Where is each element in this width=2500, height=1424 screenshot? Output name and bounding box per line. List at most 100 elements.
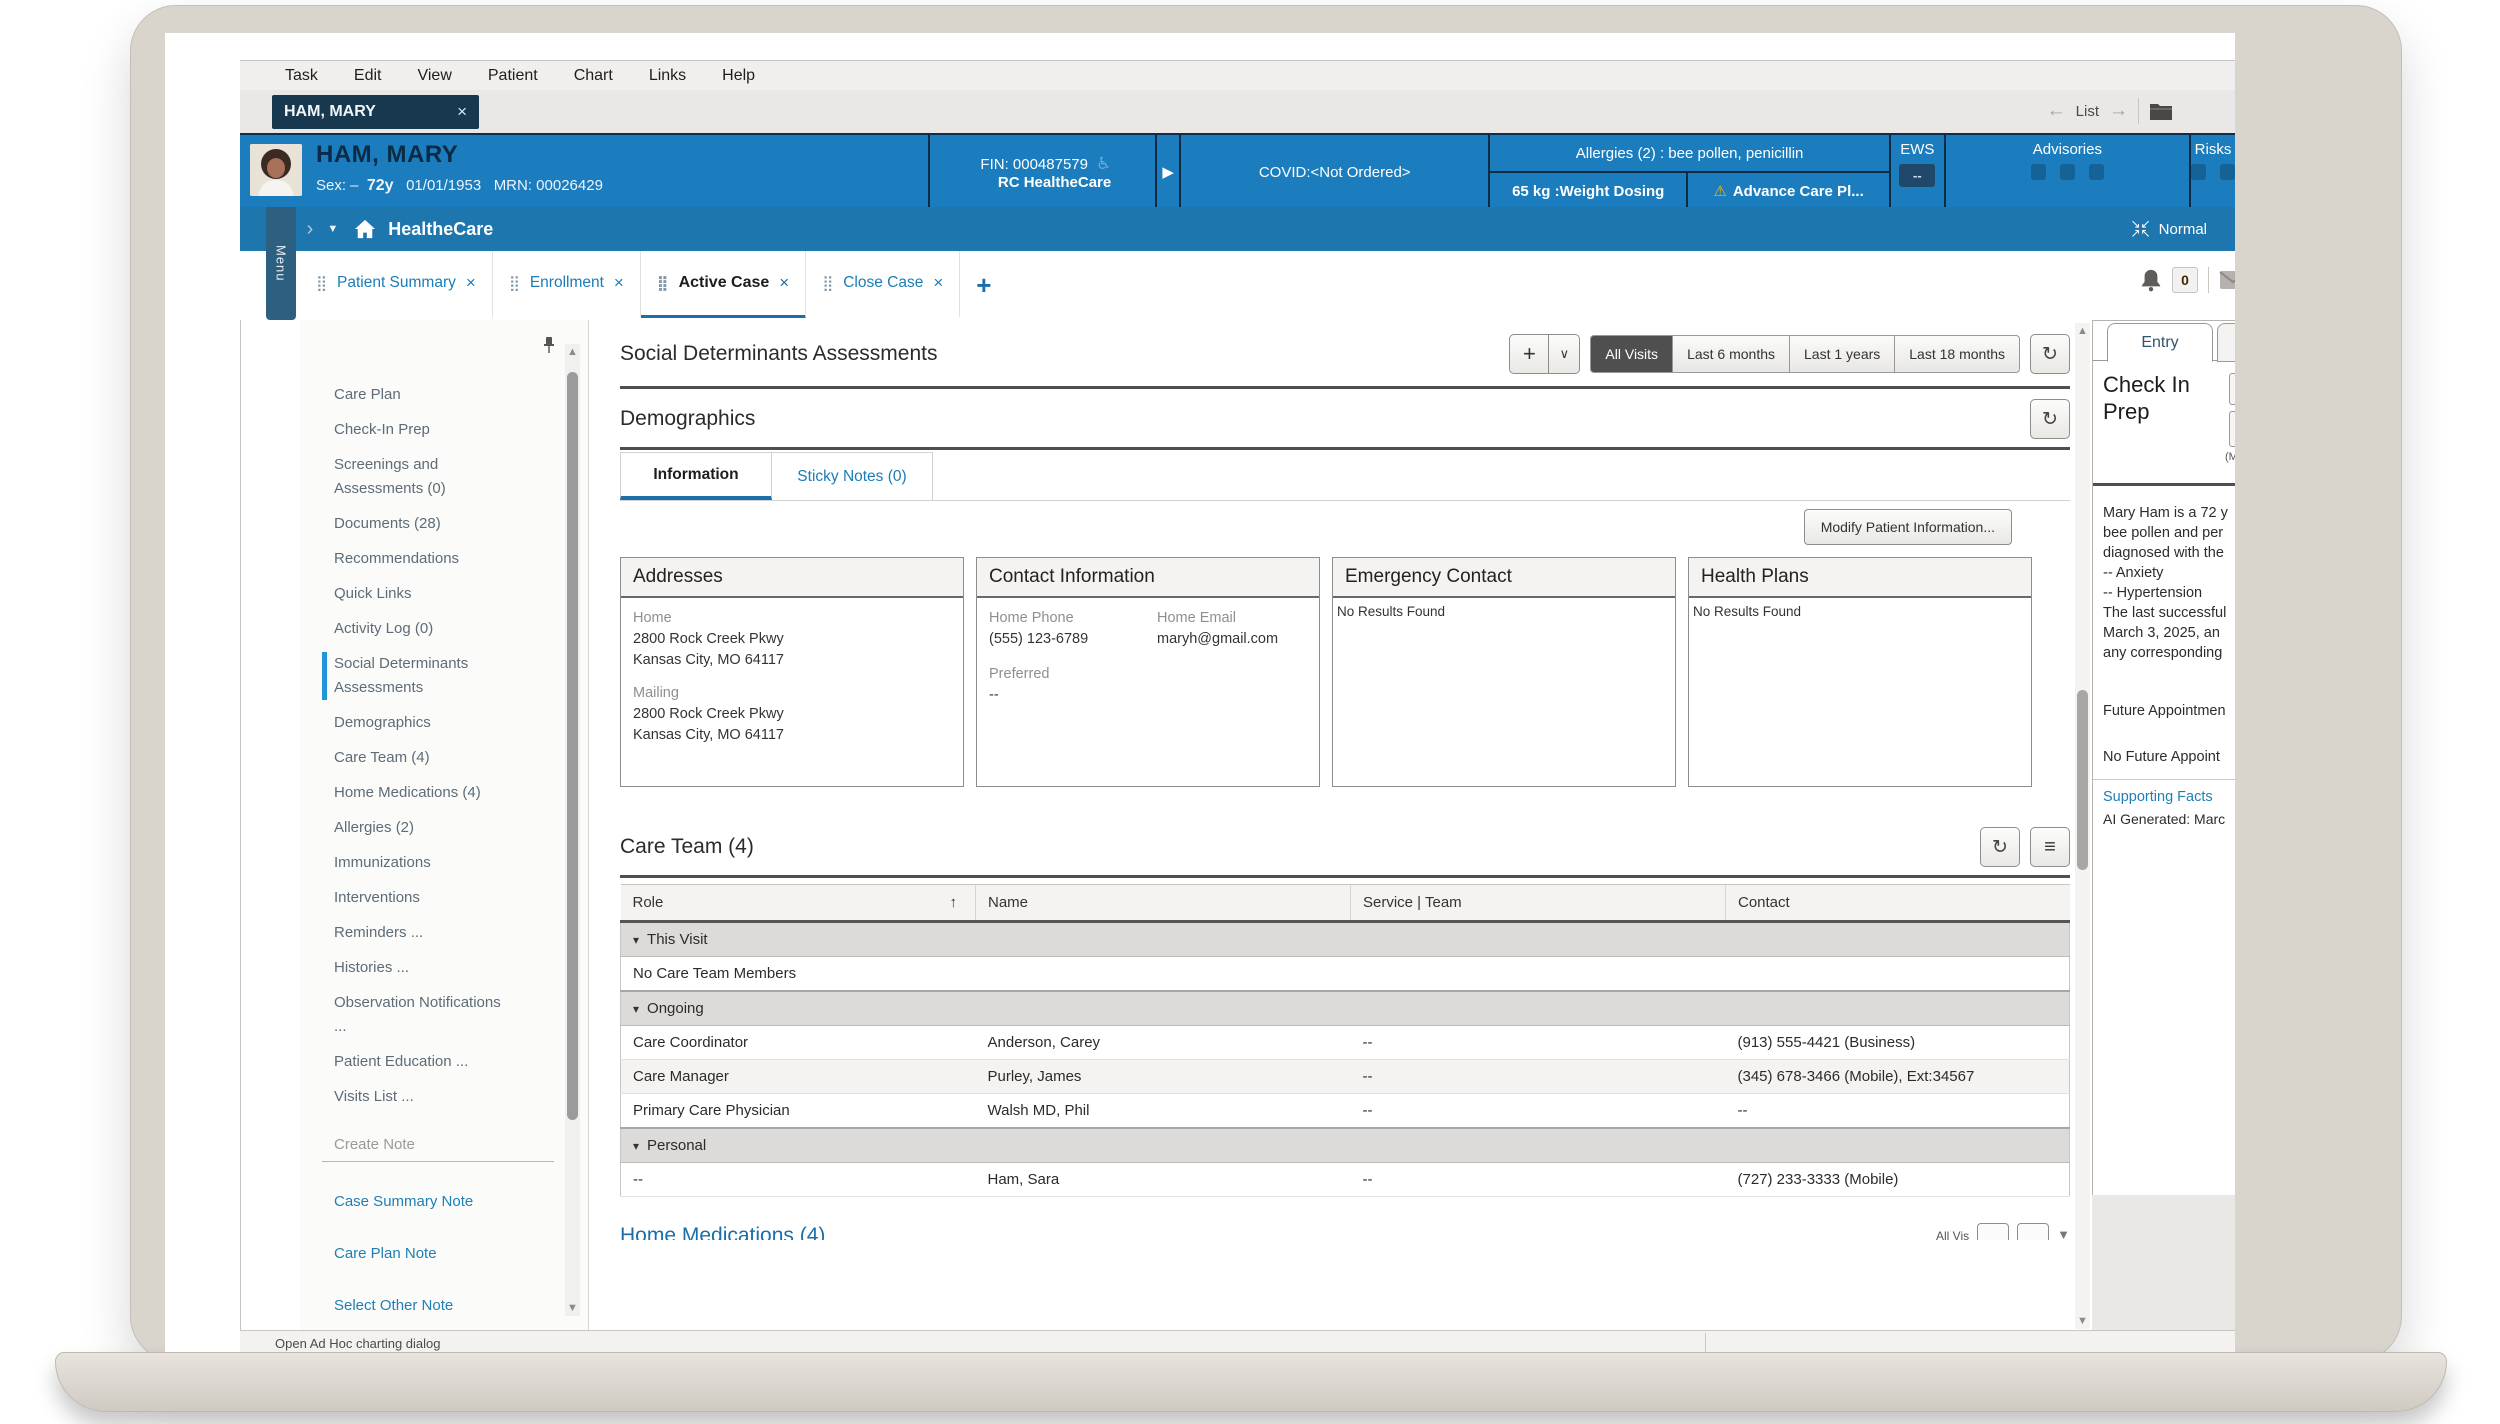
filter-last-1-years[interactable]: Last 1 years (1790, 335, 1895, 373)
scroll-up-icon[interactable]: ▲ (565, 346, 580, 358)
sidebar-item-activity-log[interactable]: Activity Log (0) (322, 617, 507, 641)
scroll-up-icon[interactable]: ▲ (2075, 325, 2090, 337)
menu-help[interactable]: Help (722, 67, 755, 85)
scrollbar-thumb[interactable] (2077, 690, 2088, 870)
home-icon[interactable] (354, 219, 376, 239)
supporting-facts-link[interactable]: Supporting Facts (2103, 789, 2213, 805)
clipped-button[interactable] (2229, 411, 2235, 447)
sidebar-item-immunizations[interactable]: Immunizations (322, 851, 507, 875)
notification-count-badge[interactable]: 0 (2172, 267, 2198, 293)
banner-expand-button[interactable]: ▶ (1157, 135, 1181, 209)
bell-icon[interactable] (2140, 268, 2162, 292)
view-mode[interactable]: ↘↙↗↖ Normal (2131, 207, 2207, 251)
provider-link[interactable]: Walsh MD, Phil (976, 1094, 1351, 1129)
sidebar-item-allergies[interactable]: Allergies (2) (322, 816, 507, 840)
menu-view[interactable]: View (417, 67, 451, 85)
group-row-personal[interactable]: ▾Personal (621, 1128, 2070, 1163)
modify-patient-information-button[interactable]: Modify Patient Information... (1804, 509, 2012, 545)
table-row[interactable]: Care Manager Purley, James -- (345) 678-… (621, 1060, 2070, 1094)
forward-button[interactable]: › (307, 218, 314, 241)
sidebar-item-care-team[interactable]: Care Team (4) (322, 746, 507, 770)
dropdown-icon[interactable]: ▼ (2057, 1227, 2070, 1240)
advance-care-plan[interactable]: ⚠ Advance Care Pl... (1688, 173, 1889, 209)
folder-icon[interactable] (2149, 101, 2173, 121)
sidebar-item-recommendations[interactable]: Recommendations (322, 547, 507, 571)
select-other-note-link[interactable]: Select Other Note (322, 1294, 507, 1318)
tab-information[interactable]: Information (620, 452, 772, 500)
close-icon[interactable]: × (614, 273, 624, 293)
tab-entry[interactable]: Entry (2107, 323, 2213, 362)
menu-task[interactable]: Task (285, 67, 318, 85)
menu-links[interactable]: Links (649, 67, 686, 85)
menu-chart[interactable]: Chart (574, 67, 613, 85)
menu-edit[interactable]: Edit (354, 67, 382, 85)
table-row[interactable]: Primary Care Physician Walsh MD, Phil --… (621, 1094, 2070, 1129)
case-summary-note-link[interactable]: Case Summary Note (322, 1190, 507, 1214)
sidebar-item-histories[interactable]: Histories ... (322, 956, 507, 980)
add-dropdown-icon[interactable]: ∨ (1549, 334, 1580, 374)
close-icon[interactable]: × (457, 102, 467, 122)
allergies-summary[interactable]: Allergies (2) : bee pollen, penicillin (1490, 135, 1889, 173)
column-name[interactable]: Name (976, 885, 1351, 922)
care-team-refresh-button[interactable]: ↻ (1980, 827, 2020, 867)
sidebar-item-check-in-prep[interactable]: Check-In Prep (322, 418, 507, 442)
risks-cell[interactable]: Risks (2191, 135, 2235, 209)
sidebar-item-social-determinants[interactable]: Social Determinants Assessments (322, 652, 507, 700)
table-row[interactable]: -- Ham, Sara -- (727) 233-3333 (Mobile) (621, 1163, 2070, 1197)
advisories-cell[interactable]: Advisories (1946, 135, 2191, 209)
filter-all-visits[interactable]: All Visits (1590, 335, 1673, 373)
ews-cell[interactable]: EWS -- (1891, 135, 1946, 209)
close-icon[interactable]: × (779, 273, 789, 293)
menu-patient[interactable]: Patient (488, 67, 538, 85)
column-contact[interactable]: Contact (1726, 885, 2070, 922)
group-row-this-visit[interactable]: ▾This Visit (621, 922, 2070, 957)
tab-sticky-notes[interactable]: Sticky Notes (0) (772, 452, 933, 500)
sidebar-item-care-plan[interactable]: Care Plan (322, 383, 507, 407)
patient-identity-cell[interactable]: HAM, MARY Sex: – 72y 01/01/1953 MRN: 000… (240, 135, 930, 209)
sidebar-item-patient-education[interactable]: Patient Education ... (322, 1050, 507, 1074)
close-icon[interactable]: × (933, 273, 943, 293)
sidebar-item-quick-links[interactable]: Quick Links (322, 582, 507, 606)
pin-icon[interactable] (542, 336, 556, 354)
history-dropdown-icon[interactable]: ▼ (327, 223, 338, 235)
list-forward-icon[interactable]: → (2109, 100, 2128, 122)
care-team-menu-button[interactable]: ≡ (2030, 827, 2070, 867)
mini-button[interactable] (2017, 1223, 2049, 1240)
column-role[interactable]: Role↑ (621, 885, 976, 922)
clipped-button[interactable] (2229, 373, 2235, 405)
filter-last-18-months[interactable]: Last 18 months (1895, 335, 2020, 373)
filter-last-6-months[interactable]: Last 6 months (1673, 335, 1790, 373)
fin-cell[interactable]: FIN: 000487579♿ RC HealtheCare (930, 135, 1157, 209)
demographics-refresh-button[interactable]: ↻ (2030, 399, 2070, 439)
add-tab-button[interactable]: + (976, 270, 991, 301)
scroll-down-icon[interactable]: ▼ (2075, 1315, 2090, 1327)
table-row[interactable]: Care Coordinator Anderson, Carey -- (913… (621, 1026, 2070, 1060)
sidebar-item-interventions[interactable]: Interventions (322, 886, 507, 910)
covid-status-cell[interactable]: COVID:<Not Ordered> (1181, 135, 1490, 209)
home-medications-title[interactable]: Home Medications (4) (620, 1223, 825, 1240)
scrollbar-thumb[interactable] (567, 372, 578, 1120)
patient-tab[interactable]: HAM, MARY × (272, 95, 479, 129)
tab-enrollment[interactable]: ⣿ Enrollment × (493, 251, 641, 320)
sidebar-item-observation-notifications[interactable]: Observation Notifications ... (322, 991, 507, 1039)
sidebar-item-screenings[interactable]: Screenings and Assessments (0) (322, 453, 507, 501)
mini-button[interactable] (1977, 1223, 2009, 1240)
close-icon[interactable]: × (466, 273, 476, 293)
sidebar-item-visits-list[interactable]: Visits List ... (322, 1085, 507, 1109)
sidebar-item-demographics[interactable]: Demographics (322, 711, 507, 735)
column-service-team[interactable]: Service | Team (1351, 885, 1726, 922)
group-row-ongoing[interactable]: ▾Ongoing (621, 991, 2070, 1026)
envelope-icon[interactable] (2219, 270, 2235, 290)
care-plan-note-link[interactable]: Care Plan Note (322, 1242, 507, 1266)
sidebar-scrollbar[interactable]: ▲ ▼ (565, 344, 580, 1316)
weight-dosing[interactable]: 65 kg :Weight Dosing (1490, 173, 1688, 209)
tab-close-case[interactable]: ⣿ Close Case × (806, 251, 960, 320)
add-assessment-button[interactable]: + (1509, 334, 1549, 374)
sidebar-item-documents[interactable]: Documents (28) (322, 512, 507, 536)
tab-active-case[interactable]: ⣿ Active Case × (641, 251, 806, 320)
main-scrollbar[interactable]: ▲ ▼ (2075, 323, 2090, 1329)
tab-patient-summary[interactable]: ⣿ Patient Summary × (300, 251, 493, 320)
tab-clipped[interactable]: C (2217, 323, 2235, 362)
list-back-icon[interactable]: ← (2047, 100, 2066, 122)
menu-vertical-tab[interactable]: Menu (266, 207, 296, 320)
